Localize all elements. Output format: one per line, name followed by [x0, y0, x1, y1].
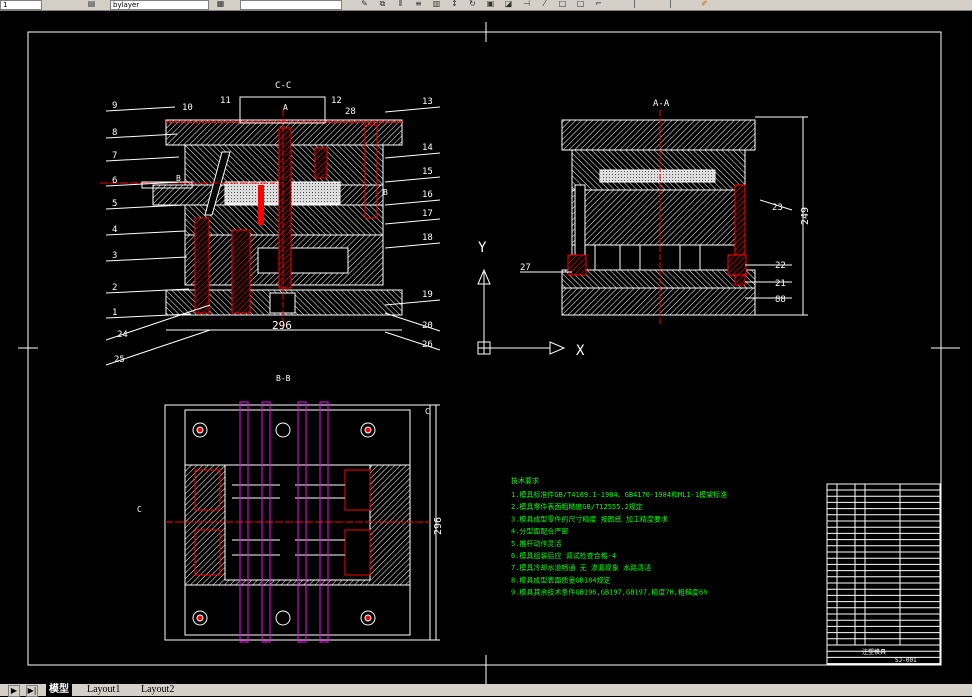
tab-nav-last[interactable]: ▶|	[26, 685, 38, 697]
copy-icon[interactable]: ⧉	[378, 0, 387, 8]
part-label: 11	[220, 96, 231, 106]
rotate-icon[interactable]: ↻	[468, 0, 477, 8]
properties-icon[interactable]: |	[666, 0, 675, 8]
part-label: 18	[422, 233, 433, 243]
title-block-name: 注塑模具	[862, 648, 886, 656]
part-label: 17	[422, 209, 433, 219]
part-label: 7	[112, 151, 117, 161]
match-properties-icon[interactable]: ✐	[700, 0, 709, 8]
section-mark-c: C	[137, 505, 142, 514]
part-label: 26	[422, 340, 433, 350]
explode-icon[interactable]: |	[630, 0, 639, 8]
leader-line	[105, 204, 184, 210]
chamfer-icon[interactable]: □	[576, 0, 585, 8]
part-label: 15	[422, 167, 433, 177]
part-label: 19	[422, 290, 433, 300]
part-label: 13	[422, 97, 433, 107]
title-block	[826, 483, 941, 665]
section-mark-c2: C	[425, 407, 430, 416]
part-label: 22	[775, 261, 786, 271]
mirror-icon[interactable]: ⫴	[396, 0, 405, 8]
part-label: 24	[117, 330, 128, 340]
section-mark-a: A	[283, 103, 288, 112]
title-block-code: SJ-001	[895, 657, 917, 664]
drawing-svg: C-C 296 A B B 98765432124251314151617181…	[18, 22, 960, 684]
axis-x-label: X	[576, 343, 585, 359]
layout-tabs: ▶ ▶| 模型 Layout1 Layout2	[0, 684, 972, 697]
extend-icon[interactable]: ⁄	[540, 0, 549, 8]
layer-icon[interactable]: ▤	[87, 0, 96, 8]
fillet-icon[interactable]: ⌐	[594, 0, 603, 8]
technical-notes: 技术要求 1.模具标准件GB/T4169.1-1984、GB4170-1984和…	[511, 476, 727, 597]
ucs-axis-icon	[477, 268, 566, 355]
note-item: 1.模具标准件GB/T4169.1-1984、GB4170-1984和ML1-1…	[511, 490, 727, 499]
part-label: 12	[331, 96, 342, 106]
leader-line	[105, 230, 186, 236]
leader-line	[384, 152, 441, 159]
part-label: 2	[112, 283, 117, 293]
part-label: 8	[112, 128, 117, 138]
note-item: 5.推杆动作灵活	[511, 539, 561, 548]
part-label: 16	[422, 190, 433, 200]
axis-y-label: Y	[478, 240, 487, 256]
leader-line	[384, 218, 441, 225]
leader-line	[384, 176, 441, 183]
view-title-bb: B-B	[276, 374, 291, 383]
notes-title: 技术要求	[511, 476, 539, 485]
drawing-canvas[interactable]: C-C 296 A B B 9 8 7 6 5 4 3 2 1 24 25 13 14 15 16 17 18 1…	[0, 11, 972, 684]
section-view-aa: A-A 249 23 22 21 88 27	[520, 99, 811, 325]
note-item: 3.模具成型零件的尺寸精度 按图纸 加工精度要求	[511, 514, 668, 523]
part-label: 28	[345, 107, 356, 117]
dimension-aa: 249	[800, 207, 811, 225]
part-label: 6	[112, 176, 117, 186]
stretch-icon[interactable]: ◪	[504, 0, 513, 8]
color-field[interactable]: bylayer	[110, 0, 209, 10]
lineweight-field[interactable]	[240, 0, 342, 10]
dimension-cc: 296	[272, 319, 292, 332]
leader-line	[105, 256, 188, 262]
tab-layout1[interactable]: Layout1	[84, 684, 123, 696]
note-item: 8.模具成型表面质量GB184规定	[511, 575, 611, 584]
leader-line	[384, 242, 441, 249]
part-label: 88	[775, 295, 786, 305]
note-item: 9.模具其余技术条件GB196,GB197,GB197,精度7H,粗糙度6h	[511, 588, 707, 597]
center-marks	[18, 22, 960, 684]
part-label: 23	[772, 203, 783, 213]
tab-nav-next[interactable]: ▶	[8, 685, 20, 697]
part-label: 21	[775, 279, 786, 289]
part-label: 27	[520, 263, 531, 273]
leader-line	[384, 106, 441, 113]
dimension-bb: 296	[433, 517, 444, 535]
break-icon[interactable]: □	[558, 0, 567, 8]
move-icon[interactable]: ↕	[450, 0, 459, 8]
tab-model[interactable]: 模型	[46, 684, 72, 696]
leader-line	[384, 199, 441, 206]
trim-icon[interactable]: ⊣	[522, 0, 531, 8]
part-label: 25	[114, 355, 125, 365]
array-icon[interactable]: ▥	[432, 0, 441, 8]
part-label: 14	[422, 143, 433, 153]
layer-field[interactable]: 1	[0, 0, 42, 10]
section-view-bb: B-B 296 C C	[137, 374, 444, 643]
note-item: 4.分型面配合严密	[511, 527, 568, 536]
note-item: 7.模具冷却水道畅通 无 渗漏现象 水路清洁	[511, 563, 651, 572]
erase-icon[interactable]: ✎	[360, 0, 369, 8]
toolbar: 1 ▤ bylayer ▦ ✎ ⧉ ⫴ ≡ ▥ ↕ ↻ ▣ ◪ ⊣ ⁄ □ □ …	[0, 0, 972, 11]
part-label: 1	[112, 308, 117, 318]
part-label: 9	[112, 101, 117, 111]
scale-icon[interactable]: ▣	[486, 0, 495, 8]
part-label: 3	[112, 251, 117, 261]
view-title-aa: A-A	[653, 99, 670, 109]
part-label: 4	[112, 225, 117, 235]
part-label: 10	[182, 103, 193, 113]
view-title-cc: C-C	[275, 81, 291, 91]
note-item: 2.模具零件表面粗糙度GB/T12555.2规定	[511, 502, 643, 511]
part-label: 20	[422, 321, 433, 331]
part-label: 5	[112, 199, 117, 209]
note-item: 6.模具组装后应 调试检查合格-4	[511, 551, 616, 560]
tab-layout2[interactable]: Layout2	[138, 684, 177, 696]
offset-icon[interactable]: ≡	[414, 0, 423, 8]
linetype-icon[interactable]: ▦	[216, 0, 225, 8]
section-mark-b2: B	[383, 188, 388, 197]
